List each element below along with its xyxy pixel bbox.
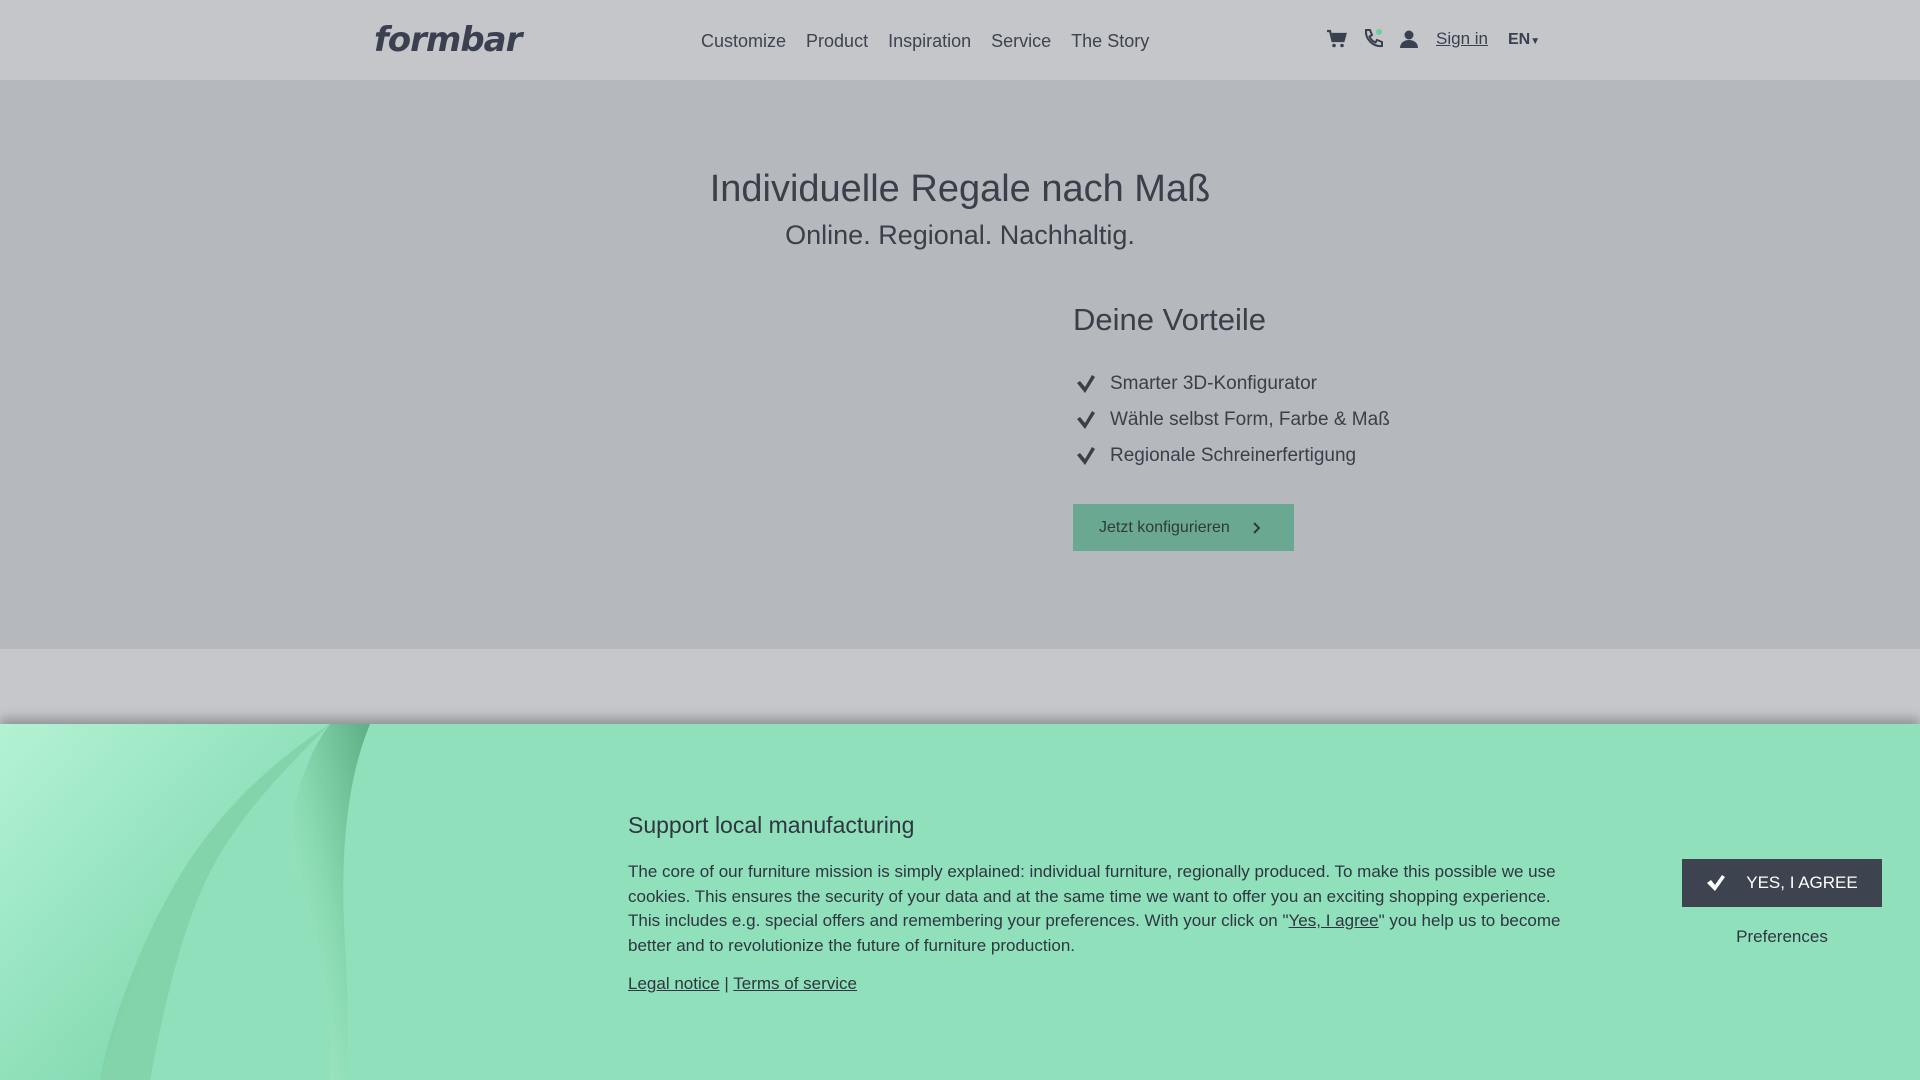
agree-button[interactable]: YES, I AGREE [1682,859,1882,907]
language-label: EN [1508,31,1531,48]
nav-service[interactable]: Service [991,31,1051,52]
main-nav: Customize Product Inspiration Service Th… [701,31,1149,52]
yes-i-agree-link[interactable]: Yes, I agree [1289,911,1379,930]
list-item: Smarter 3D-Konfigurator [1076,366,1390,402]
formbar-logo[interactable]: formbar [374,20,522,60]
checkmark-icon [1707,875,1726,891]
checkmark-icon [1077,447,1095,465]
benefit-label: Regionale Schreinerfertigung [1110,445,1357,466]
configure-button[interactable]: Jetzt konfigurieren [1073,504,1294,551]
nav-customize[interactable]: Customize [701,31,786,52]
agree-button-label: YES, I AGREE [1746,873,1858,892]
language-selector[interactable]: EN▼ [1508,31,1540,49]
cookie-banner: Support local manufacturing The core of … [0,724,1920,1080]
hero-section: Individuelle Regale nach Maß Online. Reg… [0,80,1920,649]
section-divider [0,649,1920,724]
chevron-right-icon [1253,521,1261,534]
nav-product[interactable]: Product [806,31,868,52]
link-separator: | [724,974,729,993]
hero-title: Individuelle Regale nach Maß [709,168,1211,210]
user-icon[interactable] [1398,28,1420,50]
header-actions: Sign in [1326,28,1488,50]
wave-illustration [0,724,370,1080]
preferences-link[interactable]: Preferences [1682,927,1882,947]
caret-down-icon: ▼ [1530,36,1541,47]
legal-notice-link[interactable]: Legal notice [628,974,720,993]
benefit-label: Wähle selbst Form, Farbe & Maß [1110,409,1390,430]
site-header: formbar Customize Product Inspiration Se… [0,0,1920,80]
cookie-text: The core of our furniture mission is sim… [628,860,1573,958]
nav-the-story[interactable]: The Story [1071,31,1149,52]
benefits-title: Deine Vorteile [1073,302,1267,337]
hero-subtitle: Online. Regional. Nachhaltig. [785,220,1135,250]
cookie-title: Support local manufacturing [628,812,915,838]
benefit-label: Smarter 3D-Konfigurator [1110,373,1317,394]
phone-icon[interactable] [1362,28,1384,50]
cookie-links: Legal notice | Terms of service [628,974,857,994]
terms-of-service-link[interactable]: Terms of service [733,974,857,993]
checkmark-icon [1077,375,1095,393]
list-item: Wähle selbst Form, Farbe & Maß [1076,402,1390,438]
nav-inspiration[interactable]: Inspiration [888,31,971,52]
checkmark-icon [1077,411,1095,429]
list-item: Regionale Schreinerfertigung [1076,438,1390,474]
cart-icon[interactable] [1326,28,1348,50]
configure-button-label: Jetzt konfigurieren [1099,518,1230,536]
benefits-list: Smarter 3D-Konfigurator Wähle selbst For… [1076,366,1390,474]
sign-in-link[interactable]: Sign in [1436,29,1488,49]
